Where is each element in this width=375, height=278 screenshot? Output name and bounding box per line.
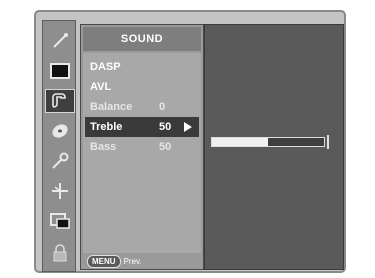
menu-button[interactable]: MENU — [87, 255, 121, 268]
menu-item-label: AVL — [90, 81, 112, 93]
menu-item-label: Treble — [90, 121, 123, 133]
osd-screen: SOUND DASP AVL Balance 0 Treble 50 Bass … — [34, 10, 346, 273]
sound-menu: SOUND DASP AVL Balance 0 Treble 50 Bass … — [80, 24, 204, 270]
treble-slider[interactable] — [211, 137, 325, 147]
picture-wand-icon[interactable] — [45, 29, 75, 53]
menu-item-dasp[interactable]: DASP — [85, 57, 199, 77]
menu-list: DASP AVL Balance 0 Treble 50 Bass 50 — [83, 53, 201, 253]
treble-slider-fill — [212, 138, 268, 146]
menu-item-bass[interactable]: Bass 50 — [85, 137, 199, 157]
key-icon[interactable] — [45, 149, 75, 173]
prev-hint: Prev. — [123, 257, 142, 266]
lock-icon[interactable] — [45, 241, 75, 265]
menu-item-balance[interactable]: Balance 0 — [85, 97, 199, 117]
cross-icon[interactable] — [45, 179, 75, 203]
menu-item-value: 50 — [159, 121, 172, 133]
menu-item-label: DASP — [90, 61, 121, 73]
menu-item-value: 50 — [159, 141, 172, 153]
slider-end-tick — [327, 135, 329, 149]
menu-item-label: Balance — [90, 101, 133, 113]
menu-item-treble[interactable]: Treble 50 — [85, 117, 199, 137]
arrow-right-icon — [184, 122, 192, 132]
category-icon-bar — [42, 20, 76, 272]
sound-icon[interactable] — [45, 89, 75, 113]
menu-item-label: Bass — [90, 141, 117, 153]
adjust-panel — [204, 24, 344, 270]
screen-icon[interactable] — [45, 59, 75, 83]
menu-item-value: 0 — [159, 101, 166, 113]
pip-icon[interactable] — [45, 209, 75, 233]
menu-footer: MENU Prev. — [87, 255, 167, 268]
menu-item-avl[interactable]: AVL — [85, 77, 199, 97]
disc-icon[interactable] — [45, 119, 75, 143]
menu-title: SOUND — [83, 27, 201, 51]
